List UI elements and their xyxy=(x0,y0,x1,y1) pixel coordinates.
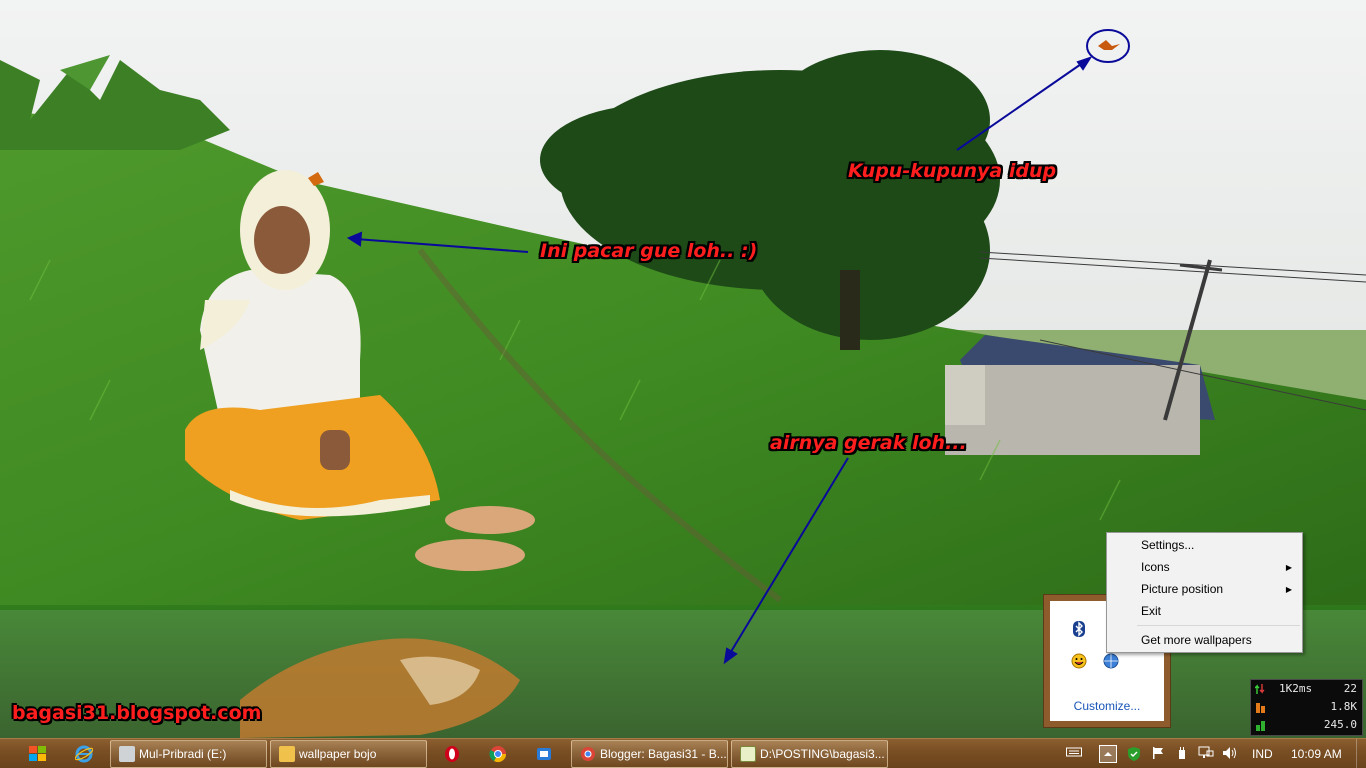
show-desktop-button[interactable] xyxy=(1356,739,1366,768)
network-arrows-icon xyxy=(1255,684,1265,694)
antivirus-shield-icon[interactable] xyxy=(1126,746,1142,762)
watermark: bagasi31.blogspot.com xyxy=(12,702,262,724)
opera-icon xyxy=(445,746,459,762)
menu-separator xyxy=(1137,625,1300,626)
notepad-icon xyxy=(740,746,756,762)
network-value: 1K2ms xyxy=(1279,682,1313,695)
annotation-girlfriend: Ini pacar gue loh.. :) xyxy=(540,240,758,262)
internet-explorer-icon xyxy=(75,745,93,763)
show-hidden-icons-button[interactable] xyxy=(1099,745,1117,763)
keyboard-icon[interactable] xyxy=(1066,746,1082,762)
memory-value: 245.0 xyxy=(1323,718,1357,731)
bluetooth-icon[interactable] xyxy=(1069,619,1089,639)
start-icon xyxy=(29,746,46,761)
submenu-arrow-icon: ▶ xyxy=(1285,563,1292,572)
menu-item-icons[interactable]: Icons ▶ xyxy=(1107,557,1302,578)
performance-widget[interactable]: 1K2ms 22 1.8K 245.0 xyxy=(1250,679,1363,736)
cpu-row: 1.8K xyxy=(1251,698,1362,716)
power-plug-icon[interactable] xyxy=(1174,746,1190,762)
volume-icon[interactable] xyxy=(1222,746,1238,762)
start-button[interactable] xyxy=(18,740,58,768)
customize-link[interactable]: Customize... xyxy=(1050,699,1164,713)
annotation-butterfly: Kupu-kupunya idup xyxy=(848,160,1057,182)
submenu-arrow-icon: ▶ xyxy=(1285,585,1292,594)
taskbar-window-blogger[interactable]: Blogger: Bagasi31 - B... xyxy=(571,740,728,768)
taskbar-window-folder[interactable]: wallpaper bojo xyxy=(270,740,427,768)
network-icon[interactable] xyxy=(1198,746,1214,762)
cpu-bar-icon xyxy=(1256,703,1265,713)
pinned-network-app[interactable] xyxy=(524,740,564,768)
action-center-flag-icon[interactable] xyxy=(1150,746,1166,762)
desktop[interactable]: Kupu-kupunya idup Ini pacar gue loh.. :)… xyxy=(0,0,1366,738)
wallpaper-context-menu: Settings... Icons ▶ Picture position ▶ E… xyxy=(1106,532,1303,653)
taskbar: Mul-Pribradi (E:) wallpaper bojo Blogger… xyxy=(0,738,1366,768)
network-app-icon xyxy=(537,748,551,760)
network-row: 1K2ms 22 xyxy=(1251,680,1362,698)
taskbar-window-notepad[interactable]: D:\POSTING\bagasi3... xyxy=(731,740,888,768)
language-indicator[interactable]: IND xyxy=(1252,747,1273,761)
menu-item-settings[interactable]: Settings... xyxy=(1107,535,1302,556)
menu-item-picture-position[interactable]: Picture position ▶ xyxy=(1107,579,1302,600)
chrome-icon xyxy=(489,746,507,763)
memory-bar-icon xyxy=(1256,721,1265,731)
pinned-opera[interactable] xyxy=(432,740,472,768)
pinned-chrome[interactable] xyxy=(478,740,518,768)
pinned-internet-explorer[interactable] xyxy=(64,740,104,768)
globe-update-icon[interactable] xyxy=(1101,651,1121,671)
taskbar-window-drive[interactable]: Mul-Pribradi (E:) xyxy=(110,740,267,768)
drive-icon xyxy=(119,746,135,762)
memory-row: 245.0 xyxy=(1251,716,1362,734)
cpu-value: 1.8K xyxy=(1330,700,1358,713)
menu-item-get-more-wallpapers[interactable]: Get more wallpapers xyxy=(1107,630,1302,651)
network-count: 22 xyxy=(1343,682,1357,695)
chrome-icon xyxy=(581,747,595,761)
menu-item-exit[interactable]: Exit xyxy=(1107,601,1302,622)
annotation-water: airnya gerak loh... xyxy=(770,432,967,454)
chevron-up-icon xyxy=(1104,752,1112,756)
folder-icon xyxy=(279,746,295,762)
messenger-smiley-icon[interactable] xyxy=(1069,651,1089,671)
clock[interactable]: 10:09 AM xyxy=(1291,747,1342,761)
